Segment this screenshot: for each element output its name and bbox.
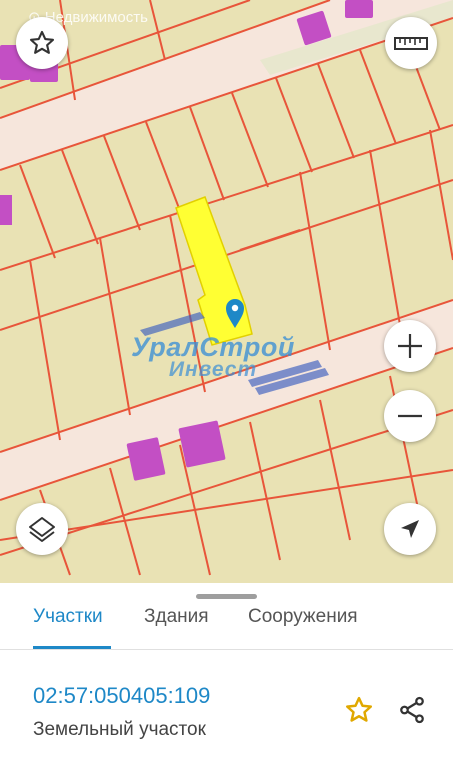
layers-button[interactable] bbox=[16, 503, 68, 555]
sheet-drag-handle[interactable] bbox=[196, 594, 257, 599]
add-favorite-button[interactable] bbox=[342, 693, 376, 727]
watermark-logo: УралСтрой Инвест bbox=[128, 332, 298, 381]
watermark-logo-line2: Инвест bbox=[168, 358, 258, 381]
navigation-arrow-icon bbox=[401, 520, 419, 538]
favorite-map-button[interactable] bbox=[16, 17, 68, 69]
tabs-divider bbox=[0, 649, 453, 650]
star-outline-icon bbox=[346, 696, 372, 722]
share-button[interactable] bbox=[395, 693, 429, 727]
zoom-in-button[interactable] bbox=[384, 320, 436, 372]
tab-structures[interactable]: Сооружения bbox=[248, 606, 358, 628]
tab-parcels[interactable]: Участки bbox=[33, 606, 103, 628]
ruler-button[interactable] bbox=[385, 17, 437, 69]
my-location-button[interactable] bbox=[384, 503, 436, 555]
bottom-sheet: Участки Здания Сооружения 02:57:050405:1… bbox=[0, 583, 453, 768]
object-type: Земельный участок bbox=[33, 719, 206, 740]
minus-icon bbox=[398, 414, 422, 418]
map-canvas[interactable] bbox=[0, 0, 453, 583]
share-icon bbox=[400, 696, 424, 724]
watermark-logo-line1: УралСтрой bbox=[131, 332, 295, 362]
cadastral-number[interactable]: 02:57:050405:109 bbox=[33, 683, 210, 709]
star-icon bbox=[29, 30, 55, 54]
tab-buildings[interactable]: Здания bbox=[144, 606, 209, 628]
layers-icon bbox=[29, 517, 55, 542]
cadastral-map[interactable]: ⊙ Недвижимость УралСтрой Инвест bbox=[0, 0, 453, 583]
zoom-out-button[interactable] bbox=[384, 390, 436, 442]
object-tabs: Участки Здания Сооружения bbox=[0, 601, 453, 653]
ruler-icon bbox=[394, 37, 428, 50]
plus-icon bbox=[398, 334, 422, 358]
